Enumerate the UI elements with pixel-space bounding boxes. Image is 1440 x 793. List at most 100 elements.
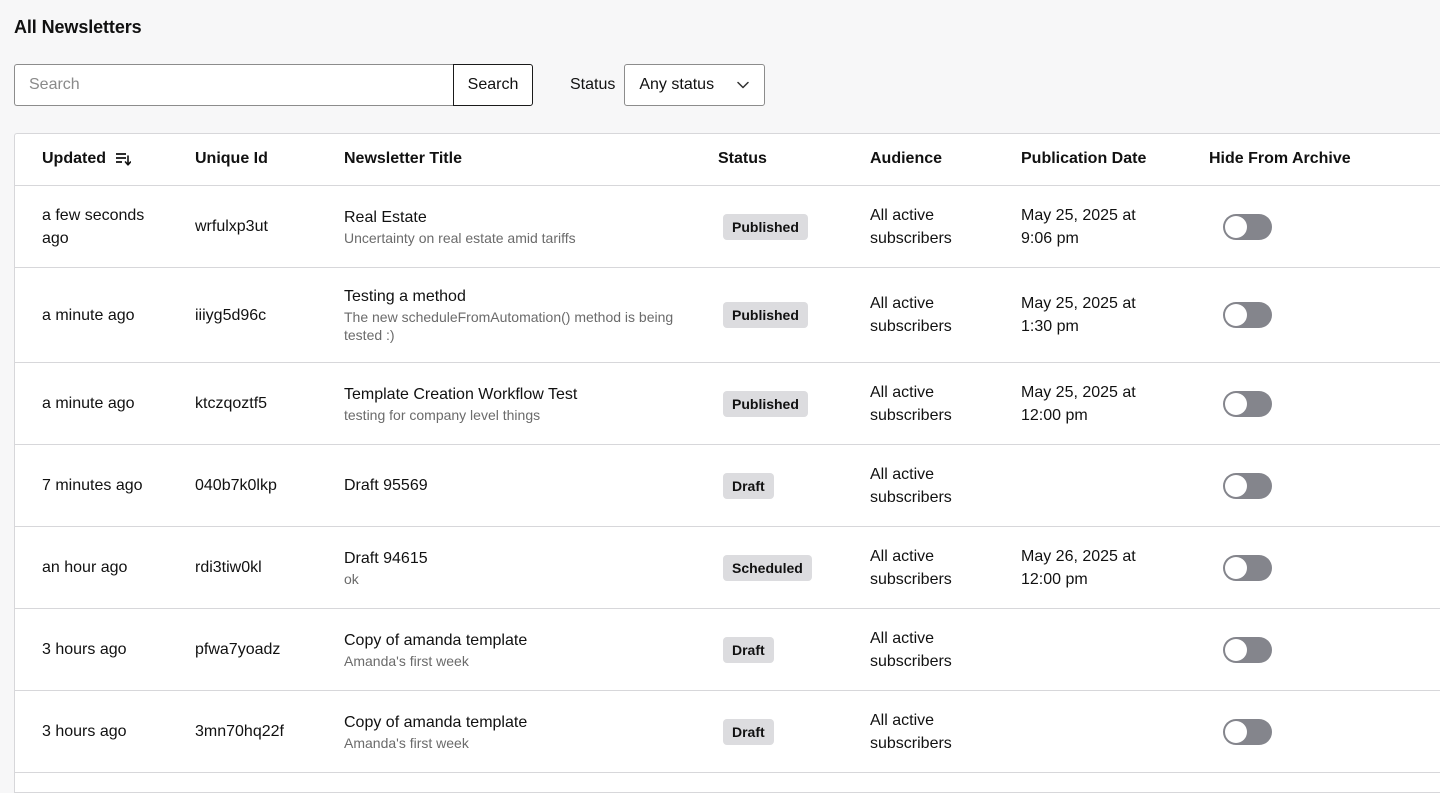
newsletter-title[interactable]: Real Estate [344,207,674,228]
audience-cell: All active subscribers [870,363,1000,444]
hide-from-archive-toggle[interactable] [1223,718,1272,745]
unique-id-text: pfwa7yoadz [195,641,281,658]
hide-from-archive-toggle[interactable] [1223,302,1272,328]
status-cell: Published [723,186,843,267]
title-cell[interactable]: Testing a method The new scheduleFromAuto… [344,268,674,362]
newsletter-title[interactable]: Copy of amanda template [344,630,674,651]
newsletter-title[interactable]: Copy of amanda template [344,712,674,733]
column-header-status: Status [718,150,767,167]
unique-id-cell: pfwa7yoadz [195,609,335,690]
toggle-knob [1225,638,1247,661]
column-header-publication-date: Publication Date [1021,150,1147,167]
publication-date-text: May 25, 2025 at 1:30 pm [1021,295,1136,335]
unique-id-text: 040b7k0lkp [195,477,277,494]
title-cell[interactable]: Draft 94615 ok [344,527,674,608]
toggle-knob [1225,392,1247,415]
table-row[interactable]: a minute ago iiiyg5d96c Testing a method Th… [15,268,1440,363]
updated-cell: a minute ago [42,363,162,444]
column-header-unique-id: Unique Id [195,150,268,167]
status-cell: Draft [723,691,843,772]
audience-text: All active subscribers [870,295,952,335]
hide-from-archive-toggle[interactable] [1223,213,1272,240]
unique-id-text: wrfulxp3ut [195,218,268,235]
toggle-knob [1225,474,1247,497]
status-badge: Published [723,390,808,417]
publication-date-text: May 25, 2025 at 9:06 pm [1021,206,1136,247]
updated-cell: a minute ago [42,268,162,362]
newsletter-title[interactable]: Draft 95569 [344,475,674,496]
updated-text: an hour ago [42,559,128,576]
table-header: Updated Unique Id Newsletter Title Statu… [15,134,1440,186]
search-button[interactable]: Search [453,64,533,106]
unique-id-cell: rdi3tiw0kl [195,527,335,608]
updated-cell: 3 hours ago [42,609,162,690]
unique-id-text: ktczqoztf5 [195,395,268,412]
audience-text: All active subscribers [870,465,952,506]
table-row[interactable]: 3 hours ago 3mn70hq22f Copy of amanda temp… [15,691,1440,773]
column-header-title: Newsletter Title [344,150,462,167]
unique-id-text: 3mn70hq22f [195,723,284,740]
status-badge: Draft [723,636,774,663]
column-header-updated[interactable]: Updated [42,150,131,168]
publication-date-cell: May 26, 2025 at 12:00 pm [1021,527,1171,608]
audience-cell: All active subscribers [870,527,1000,608]
updated-text: a minute ago [42,306,135,324]
status-badge: Published [723,213,808,240]
publication-date-cell [1021,691,1171,772]
updated-cell: a few seconds ago [42,186,162,267]
table-row[interactable]: 3 hours ago pfwa7yoadz Copy of amanda temp… [15,609,1440,691]
updated-text: 3 hours ago [42,723,127,740]
newsletter-title[interactable]: Template Creation Workflow Test [344,384,674,405]
updated-text: 7 minutes ago [42,477,143,494]
sort-descending-icon[interactable] [115,152,131,166]
unique-id-text: rdi3tiw0kl [195,559,262,576]
audience-text: All active subscribers [870,629,952,670]
hide-from-archive-toggle[interactable] [1223,636,1272,663]
table-row[interactable]: an hour ago rdi3tiw0kl Draft 94615 ok Schedu… [15,527,1440,609]
table-row[interactable]: a minute ago ktczqoztf5 Template Creation … [15,363,1440,445]
newsletter-title[interactable]: Testing a method [344,286,674,307]
status-filter-label: Status [570,76,616,93]
status-badge: Draft [723,718,774,745]
newsletter-subtitle: testing for company level things [344,406,541,423]
unique-id-cell: ktczqoztf5 [195,363,335,444]
status-badge: Draft [723,472,774,499]
hide-from-archive-toggle[interactable] [1223,554,1272,581]
toolbar: Search Status Any status [14,64,766,106]
status-cell: Scheduled [723,527,843,608]
toggle-knob [1225,215,1247,238]
title-cell[interactable]: Copy of amanda template Amanda's first we… [344,609,674,690]
search-input[interactable] [14,64,453,106]
column-header-hide-from-archive: Hide From Archive [1209,150,1351,167]
newsletter-subtitle: Amanda's first week [344,652,469,669]
updated-text: a minute ago [42,395,135,412]
title-cell[interactable]: Copy of amanda template Amanda's first we… [344,691,674,772]
title-cell[interactable]: Real Estate Uncertainty on real estate am… [344,186,674,267]
newsletter-subtitle: Uncertainty on real estate amid tariffs [344,229,576,246]
status-filter-value: Any status [639,76,715,93]
hide-from-archive-toggle[interactable] [1223,472,1272,499]
hide-from-archive-cell [1223,186,1283,267]
audience-text: All active subscribers [870,383,952,424]
toggle-knob [1225,556,1247,579]
title-cell[interactable]: Template Creation Workflow Test testing f… [344,363,674,444]
updated-text: a few seconds ago [42,206,145,247]
hide-from-archive-toggle[interactable] [1223,390,1272,417]
audience-cell: All active subscribers [870,691,1000,772]
status-cell: Draft [723,609,843,690]
newsletter-title[interactable]: Draft 94615 [344,548,674,569]
publication-date-cell: May 25, 2025 at 1:30 pm [1021,268,1171,362]
table-row[interactable]: 7 minutes ago 040b7k0lkp Draft 95569 Draft A… [15,445,1440,527]
newsletter-subtitle: The new scheduleFromAutomation() method … [344,309,674,343]
chevron-down-icon [737,81,750,89]
toggle-knob [1225,720,1247,743]
hide-from-archive-cell [1223,363,1283,444]
publication-date-cell: May 25, 2025 at 12:00 pm [1021,363,1171,444]
audience-cell: All active subscribers [870,445,1000,526]
newsletter-subtitle: Amanda's first week [344,734,469,751]
status-filter-select[interactable]: Any status [624,64,766,106]
updated-cell: 7 minutes ago [42,445,162,526]
status-badge: Scheduled [723,554,812,581]
title-cell[interactable]: Draft 95569 [344,445,674,526]
table-row[interactable]: a few seconds ago wrfulxp3ut Real Estate Un… [15,186,1440,268]
